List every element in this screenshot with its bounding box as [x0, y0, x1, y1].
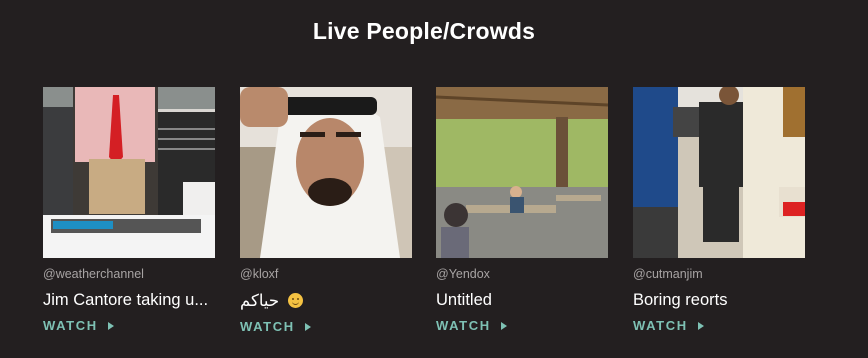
selfie-thumbnail-icon: [240, 87, 412, 258]
watch-label: WATCH: [436, 318, 491, 333]
video-thumbnail[interactable]: [633, 87, 805, 258]
video-title[interactable]: Boring reorts: [633, 291, 805, 310]
watch-button[interactable]: WATCH: [43, 318, 114, 333]
watch-label: WATCH: [43, 318, 98, 333]
video-card[interactable]: @cutmanjim Boring reorts WATCH: [633, 87, 805, 335]
video-title[interactable]: حياكم: [240, 291, 412, 311]
video-card[interactable]: @kloxf حياكم WATCH: [240, 87, 412, 336]
gym-thumbnail-icon: [633, 87, 805, 258]
play-icon: [304, 322, 311, 331]
video-title[interactable]: Untitled: [436, 291, 608, 310]
play-icon: [500, 321, 507, 330]
play-icon: [107, 321, 114, 330]
weather-studio-thumbnail-icon: [43, 87, 215, 258]
watch-label: WATCH: [633, 318, 688, 333]
video-title-text: حياكم: [240, 292, 280, 310]
channel-username[interactable]: @Yendox: [436, 267, 608, 281]
video-thumbnail[interactable]: [240, 87, 412, 258]
video-card[interactable]: @weatherchannel Jim Cantore taking u... …: [43, 87, 215, 335]
video-thumbnail[interactable]: [436, 87, 608, 258]
section-title: Live People/Crowds: [312, 18, 536, 44]
play-icon: [697, 321, 704, 330]
watch-button[interactable]: WATCH: [240, 319, 311, 334]
channel-username[interactable]: @weatherchannel: [43, 267, 215, 281]
video-card[interactable]: @Yendox Untitled WATCH: [436, 87, 608, 335]
video-thumbnail[interactable]: [43, 87, 215, 258]
channel-username[interactable]: @cutmanjim: [633, 267, 805, 281]
smiling-face-icon: [287, 293, 303, 308]
watch-button[interactable]: WATCH: [633, 318, 704, 333]
watch-button[interactable]: WATCH: [436, 318, 507, 333]
channel-username[interactable]: @kloxf: [240, 267, 412, 281]
outdoor-patio-thumbnail-icon: [436, 87, 608, 258]
video-title[interactable]: Jim Cantore taking u...: [43, 291, 215, 310]
watch-label: WATCH: [240, 319, 295, 334]
